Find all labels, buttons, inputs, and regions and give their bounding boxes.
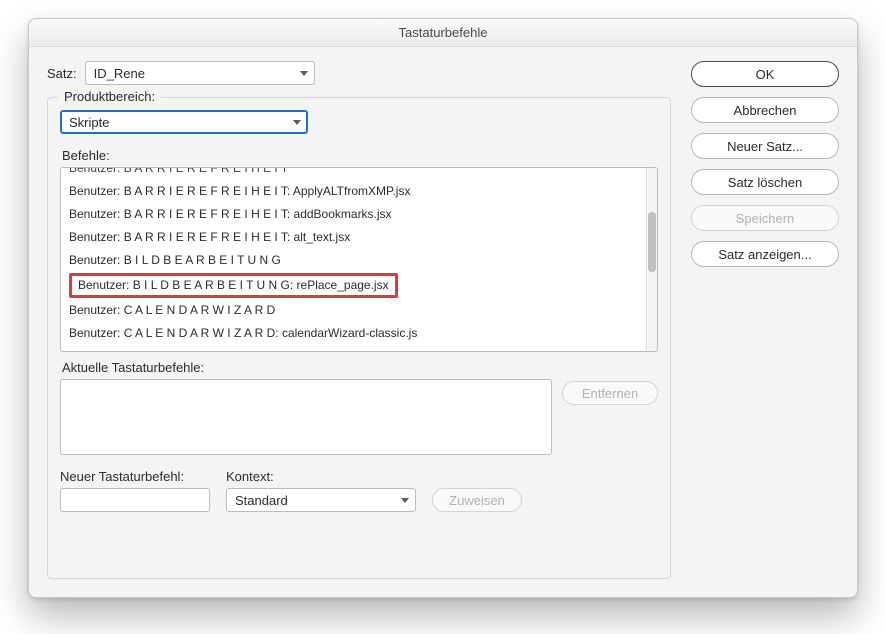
befehle-list[interactable]: Benutzer: B A R R I E R E F R E I H E I … xyxy=(60,167,658,352)
satz-value: ID_Rene xyxy=(94,66,145,81)
neuer-befehl-label: Neuer Tastaturbefehl: xyxy=(60,469,210,484)
satz-loeschen-button[interactable]: Satz löschen xyxy=(691,169,839,195)
main-panel: Satz: ID_Rene Produktbereich: Skripte Be… xyxy=(47,61,671,579)
neuer-befehl-input[interactable] xyxy=(60,488,210,512)
satz-dropdown[interactable]: ID_Rene xyxy=(85,61,315,85)
ok-button[interactable]: OK xyxy=(691,61,839,87)
befehle-list-inner: Benutzer: B A R R I E R E F R E I H E I … xyxy=(61,168,645,351)
produktbereich-value: Skripte xyxy=(69,115,109,130)
befehle-label: Befehle: xyxy=(62,148,658,163)
list-item-highlighted[interactable]: Benutzer: B I L D B E A R B E I T U N G:… xyxy=(69,273,398,298)
chevron-down-icon xyxy=(401,498,409,503)
list-item[interactable]: Benutzer: B I L D B E A R B E I T U N G xyxy=(61,249,645,272)
scrollbar-track[interactable] xyxy=(646,168,657,351)
dialog-body: Satz: ID_Rene Produktbereich: Skripte Be… xyxy=(29,47,857,597)
speichern-button[interactable]: Speichern xyxy=(691,205,839,231)
kontext-dropdown[interactable]: Standard xyxy=(226,488,416,512)
produktbereich-group: Produktbereich: Skripte Befehle: Benutze… xyxy=(47,97,671,579)
aktuelle-textarea[interactable] xyxy=(60,379,552,455)
abbrechen-button[interactable]: Abbrechen xyxy=(691,97,839,123)
aktuelle-label: Aktuelle Tastaturbefehle: xyxy=(62,360,658,375)
list-item[interactable]: Benutzer: C A L E N D A R W I Z A R D xyxy=(61,299,645,322)
chevron-down-icon xyxy=(300,71,308,76)
chevron-down-icon xyxy=(293,120,301,125)
produktbereich-label: Produktbereich: xyxy=(58,89,161,104)
satz-anzeigen-button[interactable]: Satz anzeigen... xyxy=(691,241,839,267)
produktbereich-dropdown[interactable]: Skripte xyxy=(60,110,308,134)
kontext-value: Standard xyxy=(235,493,288,508)
satz-row: Satz: ID_Rene xyxy=(47,61,671,85)
dialog-title: Tastaturbefehle xyxy=(29,19,857,47)
neuer-befehl-field: Neuer Tastaturbefehl: xyxy=(60,469,210,512)
scrollbar-thumb[interactable] xyxy=(648,212,656,272)
list-item[interactable]: Benutzer: B A R R I E R E F R E I H E I … xyxy=(61,203,645,226)
list-item[interactable]: Benutzer: C A L E N D A R W I Z A R D: c… xyxy=(61,345,645,351)
list-item[interactable]: Benutzer: B A R R I E R E F R E I H E I … xyxy=(61,180,645,203)
list-item[interactable]: Benutzer: C A L E N D A R W I Z A R D: c… xyxy=(61,322,645,345)
entfernen-button[interactable]: Entfernen xyxy=(562,381,658,405)
satz-label: Satz: xyxy=(47,66,77,81)
list-item[interactable]: Benutzer: B A R R I E R E F R E I H E I … xyxy=(61,226,645,249)
side-buttons: OK Abbrechen Neuer Satz... Satz löschen … xyxy=(691,61,839,579)
kontext-label: Kontext: xyxy=(226,469,416,484)
dialog-window: Tastaturbefehle Satz: ID_Rene Produktber… xyxy=(28,18,858,598)
list-item[interactable]: Benutzer: B A R R I E R E F R E I H E I … xyxy=(61,168,645,180)
bottom-row: Neuer Tastaturbefehl: Kontext: Standard … xyxy=(60,469,658,512)
kontext-field: Kontext: Standard xyxy=(226,469,416,512)
zuweisen-button[interactable]: Zuweisen xyxy=(432,488,522,512)
neuer-satz-button[interactable]: Neuer Satz... xyxy=(691,133,839,159)
